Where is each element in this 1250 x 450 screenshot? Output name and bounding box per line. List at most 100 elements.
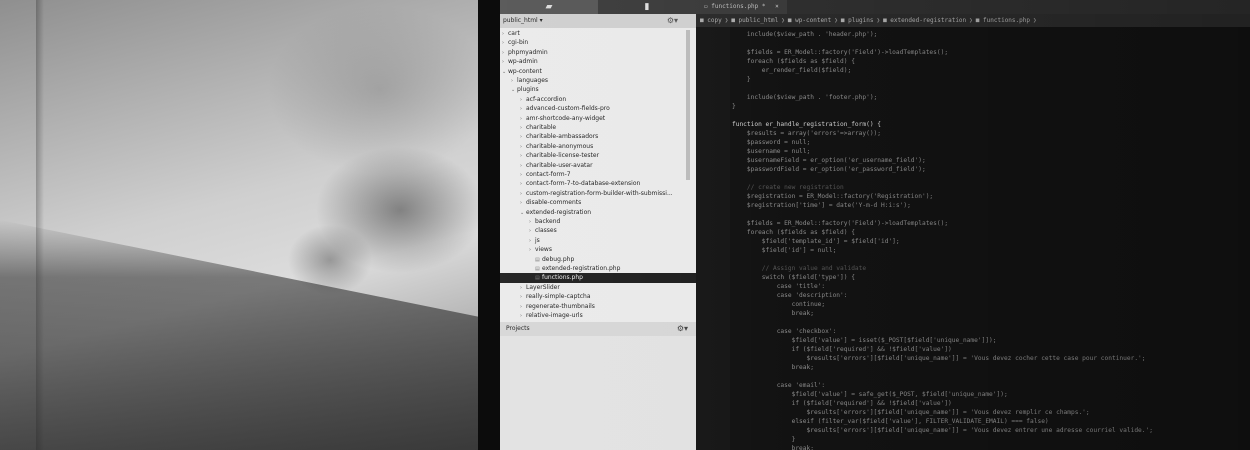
tree-folder-item[interactable]: › relative-image-urls (500, 311, 696, 320)
code-line: if ($field['required'] && !$field['value… (696, 399, 1250, 408)
tree-item-label: cgi-bin (508, 39, 529, 47)
tree-item-label: phpmyadmin (508, 48, 548, 56)
code-text: $fields = ER_Model::factory('Field')->lo… (732, 220, 949, 227)
tree-folder-item[interactable]: › js (500, 236, 696, 245)
tree-folder-item[interactable]: › amr-shortcode-any-widget (500, 114, 696, 123)
gear-icon[interactable]: ⚙▾ (667, 14, 678, 28)
folder-icon: ■ (975, 17, 984, 24)
code-line: $passwordField = er_option('er_password_… (696, 165, 1250, 174)
tree-item-label: charitable-ambassadors (526, 133, 599, 141)
tree-folder-item[interactable]: › regenerate-thumbnails (500, 302, 696, 311)
project-root-selector[interactable]: public_html ▾ ⚙▾ (500, 14, 696, 28)
code-text: } (732, 76, 751, 83)
tree-folder-item[interactable]: › disable-comments (500, 198, 696, 207)
code-text: $usernameField = er_option('er_username_… (732, 157, 926, 164)
chevron-right-icon: ❯ (781, 17, 785, 24)
tree-item-label: cart (508, 30, 520, 37)
tree-item-label: disable-comments (526, 199, 582, 207)
code-text: break; (732, 445, 814, 450)
tree-folder-item[interactable]: › custom-registration-form-builder-with-s… (500, 189, 696, 198)
breadcrumb-item[interactable]: public_html (739, 17, 779, 24)
tree-folder-item[interactable]: › contact-form-7 (500, 170, 696, 179)
tree-folder-item[interactable]: ⌄ plugins (500, 85, 696, 94)
tree-folder-item[interactable]: ⌄ extended-registration (500, 208, 696, 217)
tree-file-item[interactable]: ▤ debug.php (500, 255, 696, 264)
code-line: $registration = ER_Model::factory('Regis… (696, 192, 1250, 201)
tree-item-label: charitable (526, 124, 557, 131)
code-line: continue; (696, 300, 1250, 309)
code-text: // Assign value and validate (732, 265, 867, 272)
gear-icon[interactable]: ⚙▾ (677, 322, 688, 336)
tree-item-label: classes (535, 227, 557, 235)
breadcrumb-item[interactable]: functions.php (983, 17, 1030, 24)
tree-folder-item[interactable]: › charitable (500, 123, 696, 132)
breadcrumb-item[interactable]: extended-registration (890, 17, 966, 24)
tree-folder-item[interactable]: › backend (500, 217, 696, 226)
file-tab-icon[interactable]: ▮ (598, 0, 696, 14)
sidebar-scrollbar[interactable] (686, 30, 690, 180)
folder-tab-icon[interactable]: ▰ (500, 0, 598, 14)
chevron-right-icon: ❯ (724, 17, 729, 24)
tree-file-item[interactable]: ▤ functions.php (500, 273, 696, 283)
tree-item-label: custom-registration-form-builder-with-su… (526, 189, 673, 197)
chevron-right-icon: ❯ (876, 17, 881, 24)
tree-folder-item[interactable]: › views (500, 245, 696, 254)
tree-folder-item[interactable]: › really-simple-captcha (500, 292, 696, 301)
breadcrumb-item[interactable]: wp-content (795, 17, 831, 24)
code-line: $field['value'] = safe_get($_POST, $fiel… (696, 390, 1250, 399)
tree-folder-item[interactable]: › LayerSlider (500, 283, 696, 292)
tree-folder-item[interactable]: › cart (500, 29, 696, 38)
tree-folder-item[interactable]: › advanced-custom-fields-pro (500, 104, 696, 113)
code-text: // create new registration (732, 184, 844, 191)
code-line: } (696, 75, 1250, 84)
code-line: er_render_field($field); (696, 66, 1250, 75)
tree-folder-item[interactable]: › classes (500, 226, 696, 235)
tree-folder-item[interactable]: › charitable-license-tester (500, 151, 696, 160)
code-text: $passwordField = er_option('er_password_… (732, 166, 926, 173)
tab-label: functions.php (711, 3, 759, 10)
code-line: case 'title': (696, 282, 1250, 291)
projects-header[interactable]: Projects ⚙▾ (500, 322, 696, 336)
tree-folder-item[interactable]: › wp-admin (500, 57, 696, 66)
tree-file-item[interactable]: ▤ extended-registration.php (500, 264, 696, 273)
tree-folder-item[interactable]: › charitable-user-avatar (500, 161, 696, 170)
tree-item-label: charitable-anonymous (526, 142, 594, 150)
tree-item-label: extended-registration (526, 208, 592, 216)
code-area[interactable]: include($view_path . 'header.php'); $fie… (696, 27, 1250, 450)
tab-functions-php[interactable]: ▭ functions.php * × (696, 0, 787, 14)
tree-item-label: regenerate-thumbnails (526, 302, 595, 310)
code-editor: ▭ functions.php * × ■ copy ❯ ■ public_html… (696, 0, 1250, 450)
code-text: $username = null; (732, 148, 811, 155)
tree-item-label: extended-registration.php (542, 265, 621, 272)
tree-item-label: debug.php (542, 255, 575, 263)
breadcrumb-item[interactable]: copy (707, 17, 721, 24)
chevron-right-icon: ❯ (969, 17, 973, 24)
tree-item-label: plugins (517, 86, 539, 94)
tree-item-label: charitable-user-avatar (526, 161, 593, 169)
code-line: $registration['time'] = date('Y-m-d H:i:… (696, 201, 1250, 210)
tree-folder-item[interactable]: › contact-form-7-to-database-extension (500, 179, 696, 188)
tree-folder-item[interactable]: › charitable-anonymous (500, 142, 696, 151)
breadcrumb-item[interactable]: plugins (848, 17, 873, 24)
code-text: include($view_path . 'header.php'); (732, 31, 878, 38)
tree-folder-item[interactable]: › phpmyadmin (500, 48, 696, 57)
code-text: } (732, 103, 736, 110)
tree-folder-item[interactable]: › languages (500, 76, 696, 85)
tree-folder-item[interactable]: › cgi-bin (500, 38, 696, 47)
code-line: function er_handle_registration_form() { (696, 120, 1250, 129)
code-text: if ($field['required'] && !$field['value… (732, 346, 952, 353)
code-line: // create new registration (696, 183, 1250, 192)
code-line: } (696, 102, 1250, 111)
tree-folder-item[interactable]: ⌄ wp-content (500, 67, 696, 76)
chevron-right-icon: ❯ (1032, 17, 1037, 24)
tree-folder-item[interactable]: › charitable-ambassadors (500, 132, 696, 141)
code-text: break; (732, 364, 814, 371)
tree-folder-item[interactable]: › acf-accordion (500, 95, 696, 104)
close-icon[interactable]: × (775, 3, 779, 10)
code-text: case 'email': (732, 382, 826, 389)
code-line: $results['errors'][$field['unique_name']… (696, 354, 1250, 363)
